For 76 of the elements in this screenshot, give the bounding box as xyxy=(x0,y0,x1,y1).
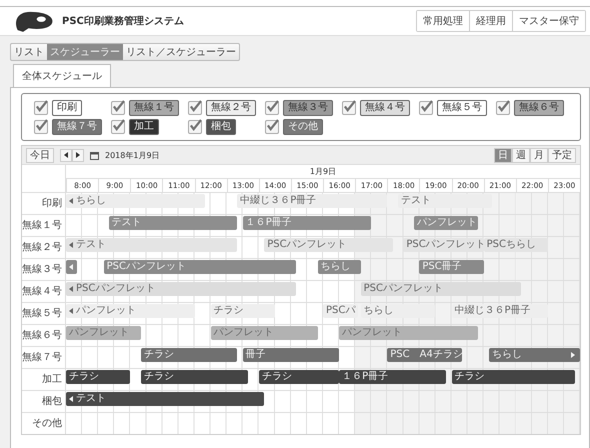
schedule-event[interactable]: PSCパ xyxy=(323,304,358,318)
checkbox[interactable] xyxy=(188,120,202,134)
schedule-tab[interactable]: 全体スケジュール xyxy=(13,64,111,87)
checkbox[interactable] xyxy=(342,101,356,115)
schedule-event[interactable]: パンフレット xyxy=(66,326,141,340)
resource-label: 無線７号 xyxy=(22,347,66,368)
schedule-event[interactable]: PSCパンフレット xyxy=(403,238,484,252)
resource-label: その他 xyxy=(22,413,66,434)
checkbox[interactable] xyxy=(496,101,510,115)
schedule-event[interactable]: 中綴じ３６P冊子 xyxy=(452,304,548,318)
resource-label: 無線１号 xyxy=(22,215,66,236)
schedule-event[interactable]: ちらし xyxy=(318,260,361,274)
checkbox[interactable] xyxy=(34,101,48,115)
schedule-event[interactable]: チラシ xyxy=(452,370,575,384)
next-button[interactable] xyxy=(72,148,84,162)
view-button[interactable]: 日 xyxy=(494,148,512,162)
checkbox[interactable] xyxy=(111,101,125,115)
calendar-icon[interactable] xyxy=(90,150,99,160)
view-button[interactable]: 月 xyxy=(530,148,548,162)
schedule-event[interactable]: チラシ xyxy=(140,348,238,362)
schedule-event[interactable] xyxy=(66,260,77,274)
checkbox[interactable] xyxy=(111,120,125,134)
filter-label: その他 xyxy=(283,119,323,135)
schedule-event[interactable]: １６P冊子 xyxy=(242,216,372,230)
schedule-event[interactable]: チラシ xyxy=(258,370,340,384)
filter-label: 無線５号 xyxy=(437,100,487,116)
filter-label: 無線７号 xyxy=(52,119,102,135)
today-button[interactable]: 今日 xyxy=(26,148,54,162)
schedule-event[interactable]: チラシ xyxy=(210,304,275,318)
filter-label: 無線６号 xyxy=(514,100,564,116)
view-tab[interactable]: スケジューラー xyxy=(47,44,123,60)
schedule-event[interactable]: ちらし xyxy=(360,304,436,318)
schedule-event[interactable]: PSCパンフレット xyxy=(360,282,522,296)
filter-label: 無線２号 xyxy=(206,100,256,116)
logo-icon xyxy=(14,10,54,32)
filter-label: 無線４号 xyxy=(360,100,410,116)
filter-label: 梱包 xyxy=(206,119,236,135)
schedule-event[interactable]: パンフレット xyxy=(66,304,194,318)
schedule-event[interactable]: PSCパンフレット xyxy=(264,238,393,252)
menu-button[interactable]: マスター保守 xyxy=(512,11,585,31)
filter-label: 無線３号 xyxy=(283,100,333,116)
checkbox[interactable] xyxy=(265,101,279,115)
checkbox[interactable] xyxy=(34,120,48,134)
schedule-event[interactable]: パンフレット xyxy=(414,216,478,230)
view-tab[interactable]: リスト xyxy=(11,44,47,60)
view-button[interactable]: 予定 xyxy=(548,148,576,162)
checkbox[interactable] xyxy=(265,120,279,134)
schedule-event[interactable]: 中綴じ３６P冊子 xyxy=(237,194,388,208)
schedule-event[interactable]: １６P冊子 xyxy=(339,370,446,384)
prev-button[interactable] xyxy=(60,148,72,162)
filter-label: 無線１号 xyxy=(129,100,179,116)
schedule-event[interactable]: ちらし xyxy=(66,194,206,208)
app-title: PSC印刷業務管理システム xyxy=(62,14,185,28)
checkbox[interactable] xyxy=(188,101,202,115)
schedule-event[interactable]: PSC A4チラシ xyxy=(387,348,462,362)
filter-label: 加工 xyxy=(129,119,159,135)
schedule-event[interactable]: チラシ xyxy=(66,370,130,384)
current-date: 2018年1月9日 xyxy=(105,150,160,160)
checkbox[interactable] xyxy=(419,101,433,115)
schedule-event[interactable]: PSCパンフレット xyxy=(104,260,296,274)
schedule-event[interactable]: テスト xyxy=(398,194,492,208)
schedule-event[interactable]: PSCパンフレット xyxy=(66,282,296,296)
schedule-event[interactable]: パンフレット xyxy=(339,326,478,340)
view-button[interactable]: 週 xyxy=(512,148,530,162)
schedule-event[interactable]: PSC冊子 xyxy=(419,260,484,274)
schedule-event[interactable]: パンフレット xyxy=(210,326,318,340)
schedule-event[interactable]: テスト xyxy=(66,392,264,406)
schedule-event[interactable]: 冊子 xyxy=(242,348,340,362)
schedule-event[interactable]: テスト xyxy=(108,216,238,230)
schedule-event[interactable]: テスト xyxy=(66,238,238,252)
view-tab[interactable]: リスト／スケジューラー xyxy=(123,44,239,60)
schedule-event[interactable]: PSCちらし xyxy=(484,238,548,252)
schedule-event[interactable]: チラシ xyxy=(140,370,248,384)
day-header: 1月9日 xyxy=(66,165,580,179)
schedule-event[interactable]: ちらし xyxy=(489,348,580,362)
filter-label: 印刷 xyxy=(52,100,82,116)
